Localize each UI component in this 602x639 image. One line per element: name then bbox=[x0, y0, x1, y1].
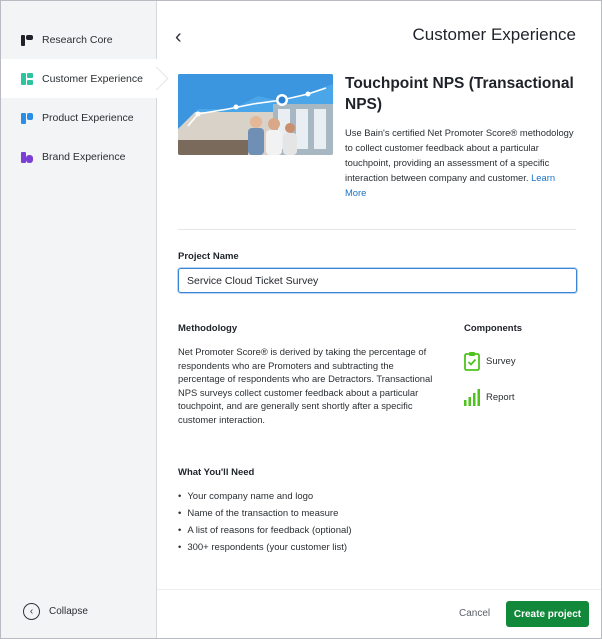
sidebar-item-brand-experience[interactable]: Brand Experience bbox=[1, 137, 156, 176]
sidebar-item-product-experience[interactable]: Product Experience bbox=[1, 98, 156, 137]
survey-clipboard-icon bbox=[464, 352, 480, 371]
footer-divider bbox=[157, 589, 601, 590]
report-bars-icon bbox=[464, 389, 480, 406]
research-core-icon bbox=[20, 33, 34, 47]
collapse-label: Collapse bbox=[49, 606, 88, 617]
page-title: Customer Experience bbox=[412, 25, 576, 44]
component-label: Report bbox=[486, 391, 515, 403]
main-panel: ‹ Customer Experience Touchpoint NPS (Tr… bbox=[157, 1, 601, 638]
needs-list: Your company name and logo Name of the t… bbox=[178, 488, 352, 556]
list-item: 300+ respondents (your customer list) bbox=[178, 539, 352, 556]
divider bbox=[178, 229, 576, 230]
what-youll-need-heading: What You'll Need bbox=[178, 467, 255, 478]
project-name-label: Project Name bbox=[178, 251, 239, 262]
list-item: A list of reasons for feedback (optional… bbox=[178, 522, 351, 539]
sidebar: Research Core Customer Experience Produc… bbox=[1, 1, 157, 638]
sidebar-item-research-core[interactable]: Research Core bbox=[1, 20, 156, 59]
list-item: Your company name and logo bbox=[178, 488, 352, 505]
component-survey: Survey bbox=[464, 351, 516, 371]
project-title: Touchpoint NPS (Transactional NPS) bbox=[345, 75, 574, 113]
chevron-left-circle-icon: ‹ bbox=[23, 603, 40, 620]
create-project-button[interactable]: Create project bbox=[506, 601, 589, 627]
product-experience-icon bbox=[20, 111, 34, 125]
component-report: Report bbox=[464, 388, 515, 406]
cancel-button[interactable]: Cancel bbox=[459, 608, 490, 619]
project-description: Use Bain's certified Net Promoter Score®… bbox=[345, 125, 577, 200]
project-name-input[interactable] bbox=[178, 268, 577, 293]
components-heading: Components bbox=[464, 323, 523, 334]
methodology-text: Net Promoter Score® is derived by taking… bbox=[178, 346, 433, 425]
app-window: Research Core Customer Experience Produc… bbox=[0, 0, 602, 639]
sidebar-item-customer-experience[interactable]: Customer Experience bbox=[1, 59, 157, 98]
customer-experience-icon bbox=[20, 72, 34, 86]
project-hero-image bbox=[178, 74, 333, 155]
sidebar-item-label: Brand Experience bbox=[42, 150, 126, 163]
chevron-left-icon[interactable]: ‹ bbox=[175, 26, 182, 49]
component-label: Survey bbox=[486, 355, 516, 367]
list-item: Name of the transaction to measure bbox=[178, 505, 352, 522]
sidebar-item-label: Product Experience bbox=[42, 111, 134, 124]
sidebar-item-label: Research Core bbox=[42, 33, 113, 46]
methodology-heading: Methodology bbox=[178, 323, 238, 334]
brand-experience-icon bbox=[20, 150, 34, 164]
collapse-button[interactable]: ‹ Collapse bbox=[23, 603, 88, 620]
sidebar-item-label: Customer Experience bbox=[42, 72, 143, 85]
